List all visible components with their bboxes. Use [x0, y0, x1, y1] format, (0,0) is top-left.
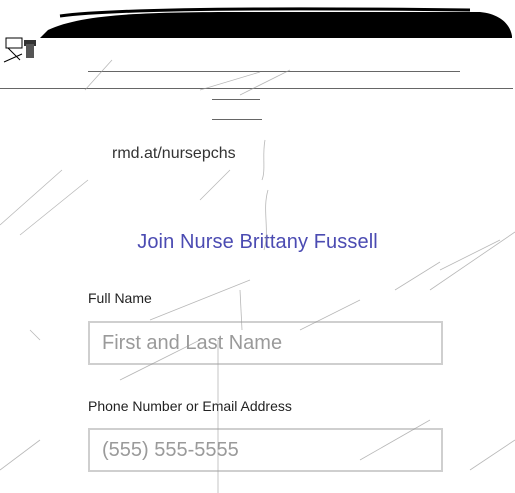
contact-label: Phone Number or Email Address — [88, 398, 292, 414]
full-name-input[interactable] — [88, 321, 443, 365]
short-link[interactable]: rmd.at/nursepchs — [112, 145, 236, 163]
full-name-label: Full Name — [88, 290, 152, 306]
form-heading: Join Nurse Brittany Fussell — [137, 231, 378, 253]
contact-input[interactable] — [88, 428, 443, 472]
header-banner — [3, 7, 512, 63]
divider-line — [212, 119, 262, 120]
divider-line — [212, 99, 260, 100]
divider-line — [88, 71, 460, 72]
divider-line — [0, 88, 513, 89]
